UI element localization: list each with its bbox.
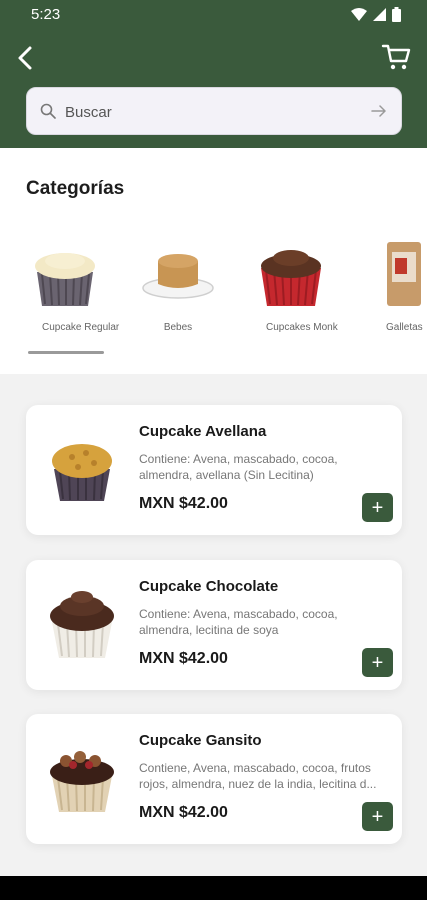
category-label: Galletas <box>386 322 423 333</box>
add-to-cart-button[interactable]: + <box>362 648 393 677</box>
search-icon <box>40 103 56 119</box>
cupcake-regular-image <box>35 253 95 306</box>
category-item-cupcake-regular[interactable]: Cupcake Regular <box>10 228 120 358</box>
product-description: Contiene: Avena, mascabado, cocoa, almen… <box>139 452 338 482</box>
category-label: Cupcake Regular <box>42 322 120 333</box>
chevron-left-icon <box>18 46 32 70</box>
shopping-cart-icon <box>381 44 411 70</box>
search-input[interactable] <box>65 100 365 124</box>
battery-icon <box>392 7 401 22</box>
product-description: Contiene: Avena, mascabado, cocoa, almen… <box>139 607 338 637</box>
wifi-icon <box>351 8 367 21</box>
galletas-image <box>387 242 421 306</box>
app-header: 5:23 <box>0 0 427 148</box>
product-price: MXN $42.00 <box>139 804 228 821</box>
product-name: Cupcake Avellana <box>139 423 267 440</box>
product-card[interactable]: Cupcake Gansito Contiene, Avena, mascaba… <box>26 714 402 844</box>
cupcakes-monk-image <box>261 250 321 306</box>
product-name: Cupcake Gansito <box>139 732 262 749</box>
navigation-bar <box>0 876 427 900</box>
product-card[interactable]: Cupcake Avellana Contiene: Avena, mascab… <box>26 405 402 535</box>
product-price: MXN $42.00 <box>139 495 228 512</box>
back-button[interactable] <box>14 44 38 72</box>
cupcake-gansito-image <box>50 751 114 812</box>
status-time: 5:23 <box>31 6 61 23</box>
product-card[interactable]: Cupcake Chocolate Contiene: Avena, masca… <box>26 560 402 690</box>
category-item-bebes[interactable]: Bebes <box>123 228 233 358</box>
status-bar: 5:23 <box>0 0 427 30</box>
category-item-galletas[interactable]: Galletas <box>349 228 427 358</box>
signal-icon <box>373 8 386 21</box>
categories-title: Categorías <box>26 178 125 199</box>
categories-section: Categorías Cupcake Regular Bebes Cupcake… <box>0 148 427 374</box>
product-description: Contiene, Avena, mascabado, cocoa, fruto… <box>139 761 377 791</box>
cupcake-avellana-image <box>52 444 112 501</box>
add-to-cart-button[interactable]: + <box>362 802 393 831</box>
add-to-cart-button[interactable]: + <box>362 493 393 522</box>
status-icons <box>351 7 401 22</box>
category-label: Cupcakes Monk <box>266 322 338 333</box>
cupcake-chocolate-image <box>50 591 114 658</box>
search-bar[interactable] <box>26 87 402 135</box>
product-price: MXN $42.00 <box>139 650 228 667</box>
arrow-right-icon[interactable] <box>371 104 387 118</box>
product-name: Cupcake Chocolate <box>139 578 279 595</box>
category-label: Bebes <box>163 322 193 333</box>
cart-button[interactable] <box>381 42 411 72</box>
category-item-cupcakes-monk[interactable]: Cupcakes Monk <box>236 228 346 358</box>
category-selected-indicator <box>28 351 104 354</box>
bebes-image <box>142 254 214 299</box>
